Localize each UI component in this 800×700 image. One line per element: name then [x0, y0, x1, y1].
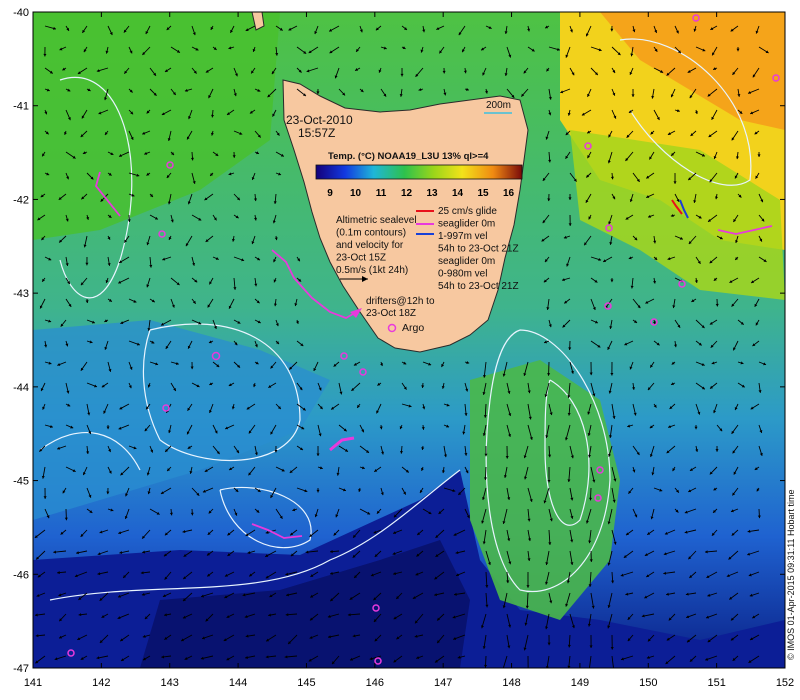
altimetry-legend-line: 23-Oct 15Z [336, 253, 386, 264]
y-tick-label: -45 [13, 476, 29, 488]
drifter-legend-line: drifters@12h to [366, 296, 435, 307]
colorbar-tick-label: 12 [401, 188, 413, 199]
altimetry-legend-line: 0.5m/s (1kt 24h) [336, 265, 408, 276]
x-tick-label: 148 [502, 677, 520, 689]
x-tick-label: 147 [434, 677, 452, 689]
glider-legend-line: 54h to 23-Oct 21Z [438, 244, 519, 255]
argo-label: Argo [402, 322, 424, 334]
altimetry-legend-line: and velocity for [336, 240, 404, 251]
colorbar-tick-label: 11 [376, 188, 387, 199]
y-tick-label: -47 [13, 663, 29, 675]
x-tick-label: 150 [639, 677, 657, 689]
y-tick-label: -41 [13, 101, 29, 113]
altimetry-legend-line: (0.1m contours) [336, 228, 406, 239]
y-tick-label: -42 [13, 194, 29, 206]
colorbar-tick-label: 14 [452, 188, 464, 199]
drifter-legend-line: 23-Oct 18Z [366, 308, 416, 319]
y-tick-label: -43 [13, 288, 29, 300]
colorbar-tick-label: 16 [503, 188, 515, 199]
glider-legend-line: 25 cm/s glide [438, 206, 497, 217]
x-tick-label: 143 [161, 677, 179, 689]
colorbar [315, 164, 523, 180]
sst-field [33, 12, 785, 668]
glider-legend-line: 1-997m vel [438, 231, 487, 242]
glider-legend-line: 0-980m vel [438, 269, 487, 280]
colorbar-title: Temp. (°C) NOAA19_L3U 13% ql>=4 [328, 151, 489, 162]
colorbar-tick-label: 15 [477, 188, 489, 199]
time-label: 15:57Z [298, 126, 335, 140]
colorbar-tick-label: 10 [350, 188, 362, 199]
x-tick-label: 144 [229, 677, 247, 689]
sst-map-figure: 23-Oct-2010 15:57Z 200m Temp. (°C) NOAA1… [13, 7, 796, 689]
isobath-label: 200m [486, 100, 511, 111]
colorbar-tick-label: 9 [327, 188, 333, 199]
altimetry-legend-line: Altimetric sealevel [336, 215, 417, 226]
x-tick-label: 142 [92, 677, 110, 689]
y-tick-label: -44 [13, 382, 29, 394]
glider-legend-line: seaglider 0m [438, 256, 495, 267]
glider-legend-line: 54h to 23-Oct 21Z [438, 281, 519, 292]
x-tick-label: 152 [776, 677, 794, 689]
glider-legend-line: seaglider 0m [438, 219, 495, 230]
y-tick-label: -46 [13, 569, 29, 581]
x-tick-label: 141 [24, 677, 42, 689]
y-tick-label: -40 [13, 7, 29, 19]
x-tick-label: 146 [366, 677, 384, 689]
x-tick-label: 149 [571, 677, 589, 689]
colorbar-tick-label: 13 [426, 188, 438, 199]
date-label: 23-Oct-2010 [286, 113, 353, 127]
x-tick-label: 151 [707, 677, 725, 689]
x-tick-label: 145 [297, 677, 315, 689]
credit-text: © IMOS 01-Apr-2015 09:31:11 Hobart time [786, 489, 796, 660]
